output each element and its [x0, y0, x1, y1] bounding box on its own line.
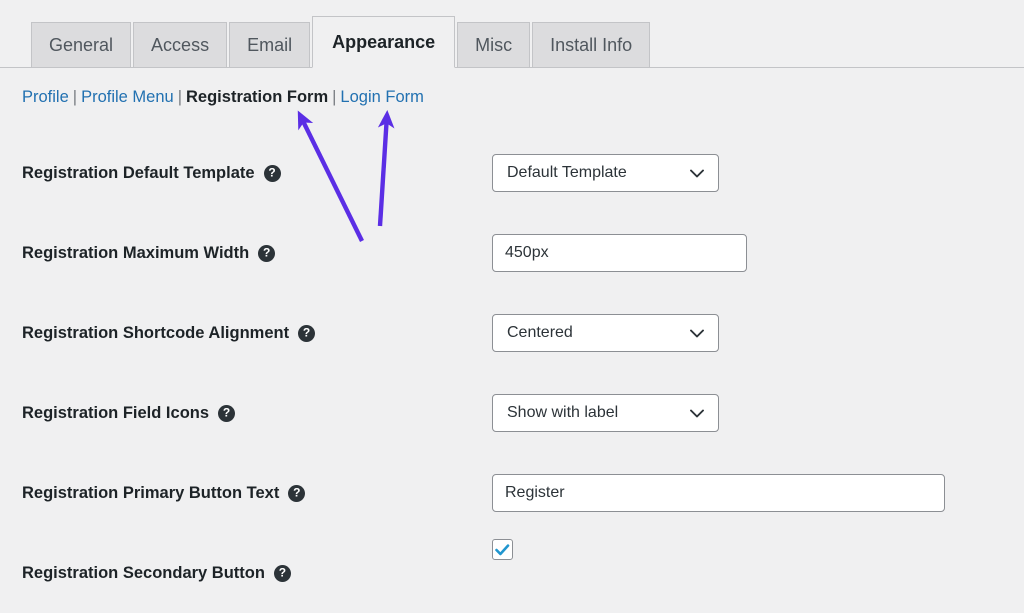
- help-icon[interactable]: ?: [274, 565, 291, 582]
- subnav-item-profile-menu[interactable]: Profile Menu: [81, 88, 174, 106]
- settings-tab-bar: General Access Email Appearance Misc Ins…: [0, 0, 1024, 68]
- registration-secondary-button-checkbox[interactable]: [492, 539, 513, 560]
- select-value: Centered: [507, 324, 690, 342]
- appearance-subnav: Profile|Profile Menu|Registration Form|L…: [22, 85, 424, 110]
- help-icon[interactable]: ?: [298, 325, 315, 342]
- input-value: Register: [505, 484, 565, 502]
- help-icon[interactable]: ?: [264, 165, 281, 182]
- registration-default-template-select[interactable]: Default Template: [492, 154, 719, 192]
- tab-install-info[interactable]: Install Info: [532, 22, 650, 68]
- setting-row-registration-secondary-button: Registration Secondary Button ?: [0, 533, 1024, 613]
- subnav-item-registration-form[interactable]: Registration Form: [186, 88, 328, 106]
- setting-label-text: Registration Primary Button Text: [22, 484, 279, 503]
- setting-label: Registration Primary Button Text ?: [22, 484, 305, 503]
- select-value: Show with label: [507, 404, 690, 422]
- tab-email[interactable]: Email: [229, 22, 310, 68]
- setting-label: Registration Maximum Width ?: [22, 244, 275, 263]
- setting-control: Default Template: [492, 154, 719, 192]
- setting-label-text: Registration Default Template: [22, 164, 255, 183]
- subnav-item-login-form[interactable]: Login Form: [340, 88, 423, 106]
- registration-primary-button-text-input[interactable]: Register: [492, 474, 945, 512]
- setting-row-registration-field-icons: Registration Field Icons ? Show with lab…: [0, 373, 1024, 453]
- setting-control: Centered: [492, 314, 719, 352]
- setting-label: Registration Field Icons ?: [22, 404, 235, 423]
- setting-control: [492, 539, 513, 560]
- help-icon[interactable]: ?: [218, 405, 235, 422]
- input-value: 450px: [505, 244, 549, 262]
- check-icon: [495, 544, 510, 556]
- subnav-item-profile[interactable]: Profile: [22, 88, 69, 106]
- tab-appearance[interactable]: Appearance: [312, 16, 455, 68]
- setting-label-text: Registration Secondary Button: [22, 564, 265, 583]
- chevron-down-icon: [690, 409, 704, 418]
- tab-access[interactable]: Access: [133, 22, 227, 68]
- help-icon[interactable]: ?: [258, 245, 275, 262]
- setting-label: Registration Shortcode Alignment ?: [22, 324, 315, 343]
- chevron-down-icon: [690, 329, 704, 338]
- chevron-down-icon: [690, 169, 704, 178]
- select-value: Default Template: [507, 164, 690, 182]
- registration-shortcode-alignment-select[interactable]: Centered: [492, 314, 719, 352]
- help-icon[interactable]: ?: [288, 485, 305, 502]
- setting-row-registration-shortcode-alignment: Registration Shortcode Alignment ? Cente…: [0, 293, 1024, 373]
- setting-row-registration-maximum-width: Registration Maximum Width ? 450px: [0, 213, 1024, 293]
- setting-control: Register: [492, 474, 945, 512]
- tab-general[interactable]: General: [31, 22, 131, 68]
- registration-field-icons-select[interactable]: Show with label: [492, 394, 719, 432]
- setting-label-text: Registration Shortcode Alignment: [22, 324, 289, 343]
- subnav-separator: |: [332, 88, 336, 106]
- setting-label-text: Registration Field Icons: [22, 404, 209, 423]
- setting-label: Registration Default Template ?: [22, 164, 281, 183]
- setting-label-text: Registration Maximum Width: [22, 244, 249, 263]
- setting-row-registration-default-template: Registration Default Template ? Default …: [0, 133, 1024, 213]
- settings-rows: Registration Default Template ? Default …: [0, 133, 1024, 613]
- setting-row-registration-primary-button-text: Registration Primary Button Text ? Regis…: [0, 453, 1024, 533]
- subnav-separator: |: [178, 88, 182, 106]
- setting-control: 450px: [492, 234, 747, 272]
- tab-misc[interactable]: Misc: [457, 22, 530, 68]
- setting-control: Show with label: [492, 394, 719, 432]
- subnav-separator: |: [73, 88, 77, 106]
- setting-label: Registration Secondary Button ?: [22, 564, 291, 583]
- registration-maximum-width-input[interactable]: 450px: [492, 234, 747, 272]
